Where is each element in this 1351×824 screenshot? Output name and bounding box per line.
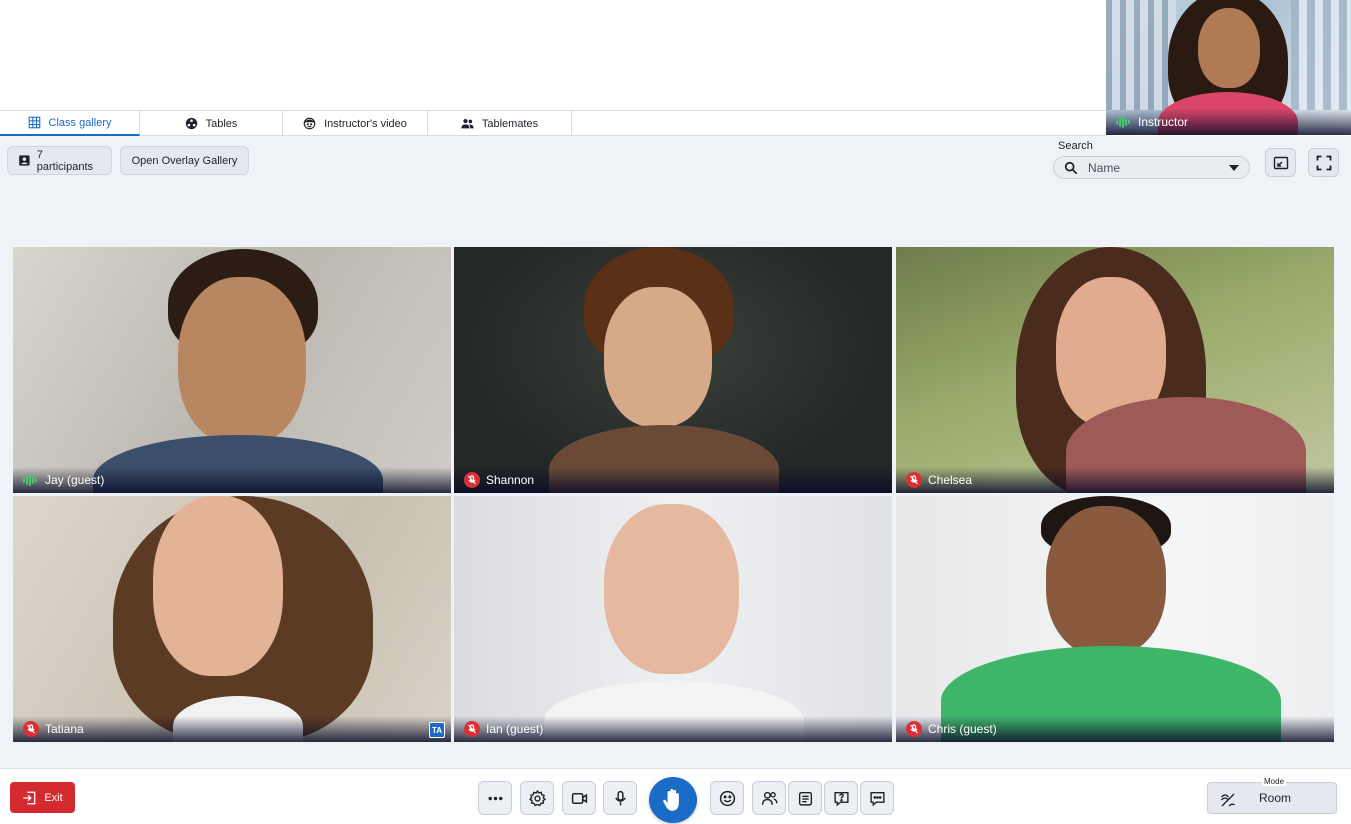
chat-icon	[869, 791, 885, 806]
ta-badge: TA	[429, 722, 445, 738]
face-icon	[303, 117, 316, 130]
head	[604, 287, 712, 427]
open-overlay-gallery-button[interactable]: Open Overlay Gallery	[120, 146, 249, 175]
tile-label: Tatiana	[13, 716, 451, 742]
instructor-video-tile[interactable]: Instructor	[1106, 0, 1351, 135]
head	[178, 277, 306, 445]
participant-name: Chelsea	[928, 473, 973, 487]
participants-panel-button[interactable]	[752, 781, 786, 815]
raise-hand-button[interactable]	[649, 777, 697, 823]
search-value: Name	[1088, 160, 1121, 175]
tab-label: Tables	[205, 117, 238, 130]
participant-name: Tatiana	[45, 722, 84, 736]
participant-tile[interactable]: Chelsea	[896, 247, 1334, 493]
emoji-icon	[719, 790, 735, 806]
question-icon	[833, 791, 849, 806]
settings-icon	[528, 789, 546, 806]
settings-button[interactable]	[520, 781, 554, 815]
picture-in-picture-icon	[1273, 156, 1288, 169]
tab-tablemates[interactable]: Tablemates	[428, 111, 572, 136]
mode-select[interactable]: Room	[1207, 782, 1337, 814]
camera-button[interactable]	[562, 781, 596, 815]
tile-label: Ian (guest)	[454, 716, 892, 742]
chevron-down-icon	[1229, 164, 1239, 171]
participant-grid: Jay (guest) Shannon Chelsea Tatiana TA I…	[13, 247, 1335, 742]
mic-muted-icon	[906, 472, 922, 488]
search-icon	[1064, 161, 1078, 174]
background-building	[1106, 0, 1176, 110]
grid-icon	[28, 116, 40, 129]
participant-name: Chris (guest)	[928, 722, 997, 736]
view-tabs: Class gallery Tables Instructor's video …	[0, 110, 1106, 136]
tile-label: Instructor	[1106, 109, 1351, 135]
notes-icon	[798, 791, 812, 806]
participant-tile[interactable]: Shannon	[454, 247, 892, 493]
head	[604, 504, 739, 674]
tables-icon	[185, 117, 197, 130]
notes-button[interactable]	[788, 781, 822, 815]
mic-muted-icon	[906, 721, 922, 737]
participant-tile[interactable]: Ian (guest)	[454, 496, 892, 742]
mic-icon	[614, 790, 626, 805]
participants-icon	[761, 791, 777, 805]
tab-label: Tablemates	[481, 117, 539, 130]
chat-button[interactable]	[860, 781, 894, 815]
more-icon	[487, 796, 503, 800]
microphone-button[interactable]	[603, 781, 637, 815]
mode-value: Room	[1259, 791, 1292, 805]
participants-count: 7 participants	[36, 148, 94, 173]
top-empty-area	[0, 0, 1106, 110]
people-icon	[461, 118, 474, 129]
tile-label: Chelsea	[896, 467, 1334, 493]
tile-label: Shannon	[454, 467, 892, 493]
participant-tile[interactable]: Jay (guest)	[13, 247, 451, 493]
picture-in-picture-button[interactable]	[1265, 148, 1296, 177]
tab-label: Class gallery	[48, 116, 112, 129]
participant-name: Instructor	[1138, 115, 1189, 129]
contact-icon	[19, 155, 30, 166]
participant-name: Ian (guest)	[486, 722, 544, 736]
exit-button[interactable]: Exit	[10, 782, 75, 813]
mic-muted-icon	[464, 472, 480, 488]
participant-tile[interactable]: Chris (guest)	[896, 496, 1334, 742]
head	[1046, 506, 1166, 656]
tab-label: Instructor's video	[324, 117, 407, 130]
instructor-face	[1198, 8, 1260, 88]
search-label: Search	[1058, 140, 1093, 152]
fullscreen-button[interactable]	[1308, 148, 1339, 177]
raise-hand-icon	[663, 788, 679, 811]
mic-muted-icon	[464, 721, 480, 737]
speaking-indicator-icon	[23, 474, 39, 486]
head	[153, 496, 283, 676]
questions-button[interactable]	[824, 781, 858, 815]
search-select[interactable]: Name	[1053, 156, 1250, 179]
fullscreen-icon	[1316, 155, 1331, 170]
participant-name: Jay (guest)	[45, 473, 105, 487]
mode-icon	[1221, 793, 1235, 807]
background-building	[1291, 0, 1351, 110]
speaking-indicator-icon	[1116, 116, 1132, 128]
bottom-toolbar: Exit Room Mode	[0, 768, 1351, 824]
exit-label: Exit	[44, 791, 63, 804]
camera-icon	[571, 792, 587, 804]
tab-class-gallery[interactable]: Class gallery	[0, 111, 140, 136]
exit-icon	[23, 791, 36, 804]
tile-label: Jay (guest)	[13, 467, 451, 493]
mic-muted-icon	[23, 721, 39, 737]
gallery-main: 7 participants Open Overlay Gallery Sear…	[0, 136, 1351, 768]
reactions-button[interactable]	[710, 781, 744, 815]
participants-button[interactable]: 7 participants	[7, 146, 112, 175]
participant-tile[interactable]: Tatiana TA	[13, 496, 451, 742]
overlay-label: Open Overlay Gallery	[131, 154, 238, 167]
tab-tables[interactable]: Tables	[140, 111, 283, 136]
mode-label: Mode	[1262, 777, 1287, 786]
tab-instructors-video[interactable]: Instructor's video	[283, 111, 428, 136]
participant-name: Shannon	[486, 473, 535, 487]
more-options-button[interactable]	[478, 781, 512, 815]
tile-label: Chris (guest)	[896, 716, 1334, 742]
